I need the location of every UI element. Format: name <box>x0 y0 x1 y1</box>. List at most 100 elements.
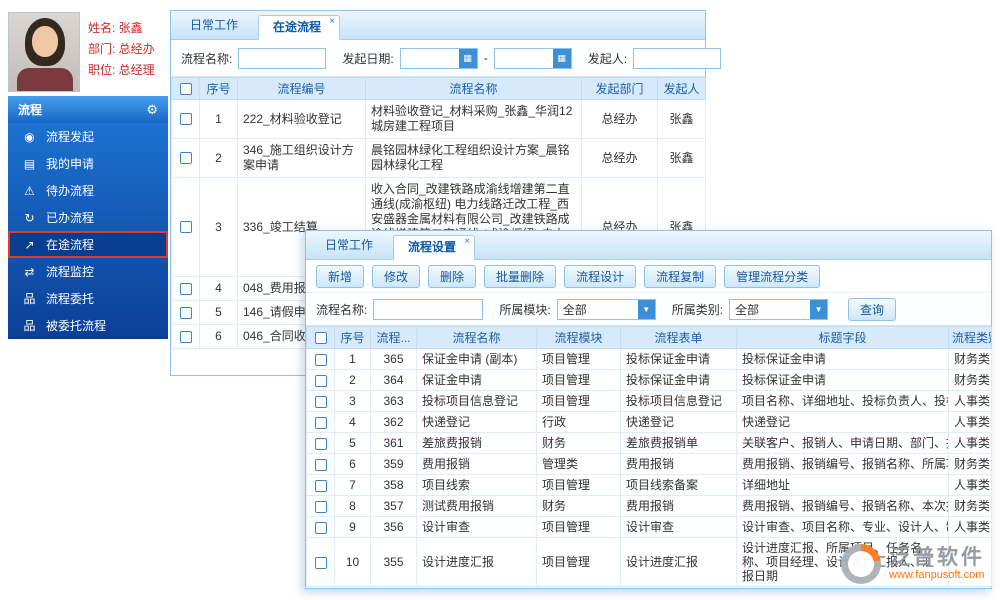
process-name-label: 流程名称: <box>181 51 233 66</box>
chevron-down-icon[interactable]: ▼ <box>810 299 828 319</box>
row-checkbox-cell <box>171 177 200 277</box>
row-checkbox[interactable] <box>314 374 327 387</box>
cell-name: 材料验收登记_材料采购_张鑫_华润12城房建工程项目 <box>365 99 582 139</box>
row-checkbox[interactable] <box>314 521 327 534</box>
row-checkbox-cell <box>306 537 335 587</box>
sidebar-title: 流程 <box>18 103 43 117</box>
batch-delete-button[interactable]: 批量删除 <box>484 264 557 288</box>
row-checkbox[interactable] <box>314 556 327 569</box>
cell-name: 差旅费报销 <box>416 432 537 454</box>
close-icon[interactable]: × <box>464 237 470 247</box>
sidebar-item-delegated-flows[interactable]: 品被委托流程 <box>8 312 168 339</box>
row-checkbox[interactable] <box>314 479 327 492</box>
tab-in-transit[interactable]: 在途流程 × <box>258 15 341 40</box>
row-checkbox[interactable] <box>314 416 327 429</box>
user-profile-card: 姓名: 张鑫 部门: 总经办 职位: 总经理 <box>8 12 170 94</box>
cell-no: 1 <box>334 348 371 370</box>
cell-form: 设计审查 <box>620 516 737 538</box>
cell-code: 356 <box>370 516 417 538</box>
cell-title_field: 设计审查、项目名称、专业、设计人、制单日期 <box>736 516 949 538</box>
row-checkbox[interactable] <box>179 282 192 295</box>
delete-button[interactable]: 删除 <box>428 264 477 288</box>
sidebar-item-label: 待办流程 <box>46 184 95 198</box>
row-checkbox[interactable] <box>314 353 327 366</box>
row-checkbox[interactable] <box>179 330 192 343</box>
row-checkbox[interactable] <box>314 437 327 450</box>
cell-category: 财务类 <box>948 453 992 475</box>
flow-copy-button[interactable]: 流程复制 <box>644 264 717 288</box>
calendar-icon[interactable]: ▦ <box>458 48 477 68</box>
cell-dept: 总经办 <box>581 99 658 139</box>
cell-no: 8 <box>334 495 371 517</box>
cell-name: 项目线索 <box>416 474 537 496</box>
sidebar-item-flow-delegate[interactable]: 品流程委托 <box>8 285 168 312</box>
column-header: 流程模块 <box>536 326 621 349</box>
initiator-input[interactable] <box>633 47 722 69</box>
table-row[interactable]: 1 222_材料验收登记 材料验收登记_材料采购_张鑫_华润12城房建工程项目 总经办… <box>171 99 706 139</box>
cell-person: 张鑫 <box>657 138 706 178</box>
row-checkbox[interactable] <box>179 221 192 234</box>
chevron-down-icon[interactable]: ▼ <box>637 299 655 319</box>
table-row[interactable]: 3 363 投标项目信息登记 项目管理 投标项目信息登记 项目名称、详细地址、投标负责人、… <box>306 390 992 412</box>
row-checkbox[interactable] <box>179 113 192 126</box>
cell-module: 项目管理 <box>536 390 621 412</box>
table-row[interactable]: 4 362 快递登记 行政 快递登记 快递登记 人事类 <box>306 411 992 433</box>
cell-category: 人事类 <box>948 474 992 496</box>
sidebar-item-completed-flows[interactable]: ↻ 已办流程 <box>8 204 168 231</box>
table-row[interactable]: 8357测试费用报销财务费用报销费用报销、报销编号、报销名称、本次报销金额财务类 <box>306 495 992 517</box>
query-button[interactable]: 查询 <box>848 297 897 321</box>
end-date-input[interactable] <box>494 48 553 68</box>
cell-no: 2 <box>199 138 238 178</box>
cell-code: 359 <box>370 453 417 475</box>
row-checkbox[interactable] <box>314 500 327 513</box>
add-button[interactable]: 新增 <box>316 264 365 288</box>
cell-no: 9 <box>334 516 371 538</box>
sidebar-item-pending-flows[interactable]: ⚠ 待办流程 <box>8 177 168 204</box>
sidebar-item-label: 我的申请 <box>46 157 95 171</box>
sidebar-item-flow-initiate[interactable]: ◉ 流程发起 <box>8 123 168 150</box>
cell-category: 财务类 <box>948 369 992 391</box>
process-name-input[interactable] <box>238 47 327 69</box>
table-row[interactable]: 2 346_施工组织设计方案申请 晨铭园林绿化工程组织设计方案_晨铭园林绿化工程 总经… <box>171 138 706 178</box>
row-checkbox[interactable] <box>314 395 327 408</box>
category-select[interactable]: 全部 ▼ <box>729 298 829 320</box>
table-row[interactable]: 6 359 费用报销 管理类 费用报销 费用报销、报销编号、报销名称、所属项目 财务类 <box>306 453 992 475</box>
org-tree-icon: 品 <box>23 319 36 333</box>
row-checkbox[interactable] <box>314 458 327 471</box>
cell-title_field: 详细地址 <box>736 474 949 496</box>
table-row[interactable]: 9356设计审查项目管理设计审查设计审查、项目名称、专业、设计人、制单日期人事类 <box>306 516 992 538</box>
row-checkbox-cell <box>306 390 335 412</box>
tab-daily-work[interactable]: 日常工作 <box>176 14 256 39</box>
flow-design-button[interactable]: 流程设计 <box>564 264 637 288</box>
edit-button[interactable]: 修改 <box>372 264 421 288</box>
select-all-checkbox[interactable] <box>314 332 327 345</box>
close-icon[interactable]: × <box>329 17 335 27</box>
calendar-icon[interactable]: ▦ <box>552 48 571 68</box>
sidebar-item-flow-monitor[interactable]: ⇄ 流程监控 <box>8 258 168 285</box>
start-date-input[interactable] <box>400 48 459 68</box>
table-row[interactable]: 1 365 保证金申请 (副本) 项目管理 投标保证金申请 投标保证金申请 财务类 <box>306 348 992 370</box>
row-checkbox[interactable] <box>179 306 192 319</box>
document-icon: ▤ <box>23 156 36 171</box>
tab-label: 日常工作 <box>190 18 239 32</box>
manage-category-button[interactable]: 管理流程分类 <box>724 264 821 288</box>
process-settings-window: 日常工作 流程设置 × 新增 修改 删除 批量删除 流程设计 流程复制 管理流程分类 流程名称:… <box>305 230 992 589</box>
cell-form: 差旅费报销单 <box>620 432 737 454</box>
user-avatar <box>8 12 80 92</box>
tab-daily-work[interactable]: 日常工作 <box>311 234 391 259</box>
tab-process-settings[interactable]: 流程设置 × <box>393 235 476 260</box>
cell-code: 222_材料验收登记 <box>237 99 366 139</box>
select-all-checkbox[interactable] <box>179 83 192 96</box>
process-name-input[interactable] <box>373 298 484 320</box>
sidebar-item-in-transit-flows[interactable]: ↗ 在途流程 <box>8 231 168 258</box>
gear-icon[interactable]: ⚙ <box>146 102 158 118</box>
module-select[interactable]: 全部 ▼ <box>556 298 656 320</box>
row-checkbox-cell <box>306 348 335 370</box>
table-row[interactable]: 2 364 保证金申请 项目管理 投标保证金申请 投标保证金申请 财务类 <box>306 369 992 391</box>
brand-name: 泛普软件 <box>889 546 985 569</box>
sidebar-item-my-applications[interactable]: ▤ 我的申请 <box>8 150 168 177</box>
sidebar-item-label: 在途流程 <box>46 238 95 252</box>
row-checkbox[interactable] <box>179 152 192 165</box>
table-row[interactable]: 7 358 项目线索 项目管理 项目线索备案 详细地址 人事类 <box>306 474 992 496</box>
table-row[interactable]: 5361差旅费报销财务差旅费报销单关联客户、报销人、申请日期、部门、报销合计人事… <box>306 432 992 454</box>
